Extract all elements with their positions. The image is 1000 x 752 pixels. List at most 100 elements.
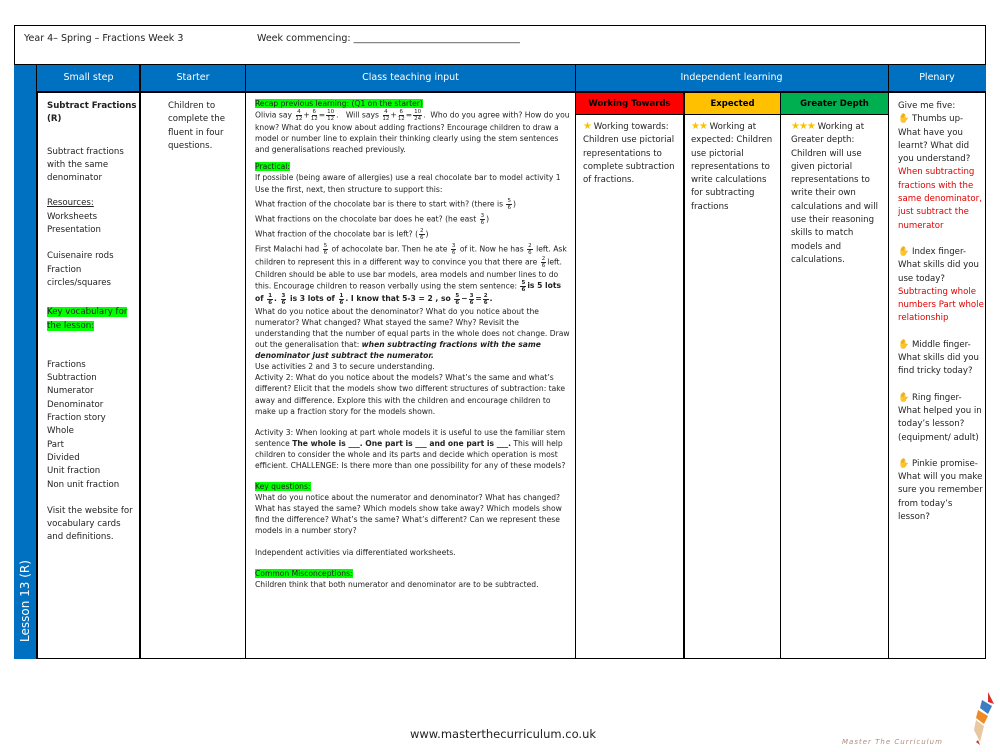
column-divider <box>683 93 685 659</box>
footer-url[interactable]: www.masterthecurriculum.co.uk <box>410 727 596 741</box>
greater-depth-cell: ★★★ Working at Greater depth: Children w… <box>791 120 886 267</box>
plenary-prompt: Middle finger- What skills did you find … <box>898 339 979 377</box>
column-divider <box>245 65 246 659</box>
plenary-answer: When subtracting fractions with the same… <box>898 167 982 231</box>
fraction: 6 12 <box>397 109 405 123</box>
greater-depth-text: Working at Greater depth: Children will … <box>791 122 878 265</box>
column-divider <box>575 65 576 659</box>
fraction: 10 12 <box>326 109 336 123</box>
vocab-item: Fraction story <box>47 413 106 424</box>
vocab-item: Fractions <box>47 359 86 370</box>
practical-question-1: What fraction of the chocolate bar is th… <box>255 197 516 211</box>
working-towards-text: Working towards: Children use pictorial … <box>583 122 675 186</box>
plenary-intro: Give me five: <box>898 101 956 111</box>
misconceptions: Children think that both numerator and d… <box>255 579 539 589</box>
resource-item: Worksheets <box>47 211 98 222</box>
recap-label: Recap previous learning: (Q1 on the star… <box>255 99 423 108</box>
vocab-item: Unit fraction <box>47 466 101 477</box>
lesson-side-band: Lesson 13 (R) <box>14 65 38 659</box>
practical-intro: If possible (being aware of allergies) u… <box>255 173 561 194</box>
expected-cell: ★★ Working at expected: Children use pic… <box>691 120 779 214</box>
header-independent: Independent learning <box>575 65 888 93</box>
activity-3-stem: The whole is ___. One part is ___ and on… <box>292 438 511 448</box>
hand-icon: ✋ <box>898 392 910 403</box>
key-questions-label: Key questions: <box>255 482 311 492</box>
hand-icon: ✋ <box>898 246 910 257</box>
recap-text: Olivia say 4 12 +6 12 = 10 12. Will says 4 12 +6… <box>255 109 570 155</box>
plenary-item: ✋ Middle finger- What skills did you fin… <box>898 339 984 379</box>
logo-text: Master The Curriculum <box>842 738 943 746</box>
lesson-label: Lesson 13 (R) <box>18 560 32 642</box>
expected-text: Working at expected: Children use pictor… <box>691 122 773 212</box>
recap-olivia: Olivia say <box>255 110 292 120</box>
independent-note: Independent activities via differentiate… <box>255 547 456 557</box>
vocab-item: Denominator <box>47 399 104 410</box>
use-activities: Use activities 2 and 3 to secure underst… <box>255 362 435 372</box>
small-step-description: Subtract fractions with the same denomin… <box>47 146 124 184</box>
vocab-label: Key vocabulary for the lesson: <box>47 307 128 331</box>
vocab-item: Non unit fraction <box>47 479 120 490</box>
header-plenary: Plenary <box>888 65 986 93</box>
column-divider <box>780 93 781 659</box>
starter-cell: Children to complete the fluent in four … <box>168 100 242 153</box>
practical-question-2: What fractions on the chocolate bar does… <box>255 212 490 226</box>
subheader-greater-depth: Greater Depth <box>781 93 888 115</box>
equipment-item: Cuisenaire rods <box>47 251 114 262</box>
working-towards-cell: ★ Working towards: Children use pictoria… <box>583 120 681 187</box>
small-step-cell: Subtract Fractions (R) Subtract fraction… <box>47 100 137 545</box>
hand-icon: ✋ <box>898 114 910 125</box>
plenary-item: ✋ Thumbs up- What have you learnt? What … <box>898 113 984 233</box>
vocab-item: Subtraction <box>47 373 97 384</box>
website-note: Visit the website for vocabulary cards a… <box>47 505 133 543</box>
key-questions: What do you notice about the numerator a… <box>255 493 562 536</box>
starter-text: Children to complete the fluent in four … <box>168 101 225 151</box>
misconceptions-label: Common Misconceptions: <box>255 568 353 578</box>
fraction: 6 12 <box>310 109 318 123</box>
subheader-expected: Expected <box>684 93 781 115</box>
plenary-item: ✋ Ring finger- What helped you in today’… <box>898 392 984 445</box>
pencil-logo-icon <box>958 690 998 748</box>
week-commencing-field[interactable]: Week commencing: _______________________… <box>257 33 520 44</box>
plenary-prompt: Pinkie promise- What will you make sure … <box>898 458 983 523</box>
small-step-title: Subtract Fractions (R) <box>47 101 137 125</box>
star-icon: ★ <box>583 121 592 132</box>
recap-question: Who do you agree with? <box>430 110 523 120</box>
subheader-working-towards: Working Towards <box>575 93 684 115</box>
vocab-item: Part <box>47 439 64 450</box>
header-starter: Starter <box>140 65 246 93</box>
resources-label: Resources: <box>47 198 94 209</box>
notice-text: What do you notice about the denominator… <box>255 306 570 361</box>
fraction: 4 12 <box>382 109 390 123</box>
plenary-answer: Subtracting whole numbers Part whole rel… <box>898 286 984 324</box>
title-row: Year 4– Spring – Fractions Week 3 Week c… <box>14 25 986 66</box>
hand-icon: ✋ <box>898 458 910 469</box>
plenary-prompt: Thumbs up- What have you learnt? What di… <box>898 114 971 165</box>
plan-title: Year 4– Spring – Fractions Week 3 <box>24 33 184 44</box>
activity-2: Activity 2: What do you notice about the… <box>255 373 566 416</box>
practical-label: Practical: <box>255 162 290 172</box>
header-small-step: Small step <box>37 65 140 93</box>
practical-story: First Malachi had 56 of achocolate bar. … <box>255 242 567 306</box>
plenary-item: ✋ Pinkie promise- What will you make sur… <box>898 458 984 524</box>
fraction: 10 24 <box>413 109 423 123</box>
teaching-cell: Recap previous learning: (Q1 on the star… <box>255 98 571 590</box>
plenary-cell: Give me five: ✋ Thumbs up- What have you… <box>898 100 984 524</box>
equipment-item: Fraction circles/squares <box>47 264 111 288</box>
star-icon: ★★★ <box>791 121 816 132</box>
column-divider <box>888 65 889 659</box>
plenary-prompt: Ring finger- What helped you in today’s … <box>898 392 982 443</box>
header-teaching: Class teaching input <box>246 65 575 93</box>
recap-will: Will says <box>345 110 379 120</box>
vocab-list: Fractions Subtraction Numerator Denomina… <box>47 359 137 492</box>
vocab-item: Numerator <box>47 386 94 397</box>
resource-item: Presentation <box>47 225 101 236</box>
hand-icon: ✋ <box>898 339 910 350</box>
activity-3: Activity 3: When looking at part whole m… <box>255 427 566 470</box>
star-icon: ★★ <box>691 121 708 132</box>
practical-question-3: What fraction of the chocolate bar is le… <box>255 227 429 241</box>
fraction: 4 12 <box>295 109 303 123</box>
vocab-item: Whole <box>47 426 74 437</box>
plenary-item: ✋ Index finger- What skills did you use … <box>898 246 984 326</box>
vocab-item: Divided <box>47 452 80 463</box>
column-divider <box>139 65 141 659</box>
